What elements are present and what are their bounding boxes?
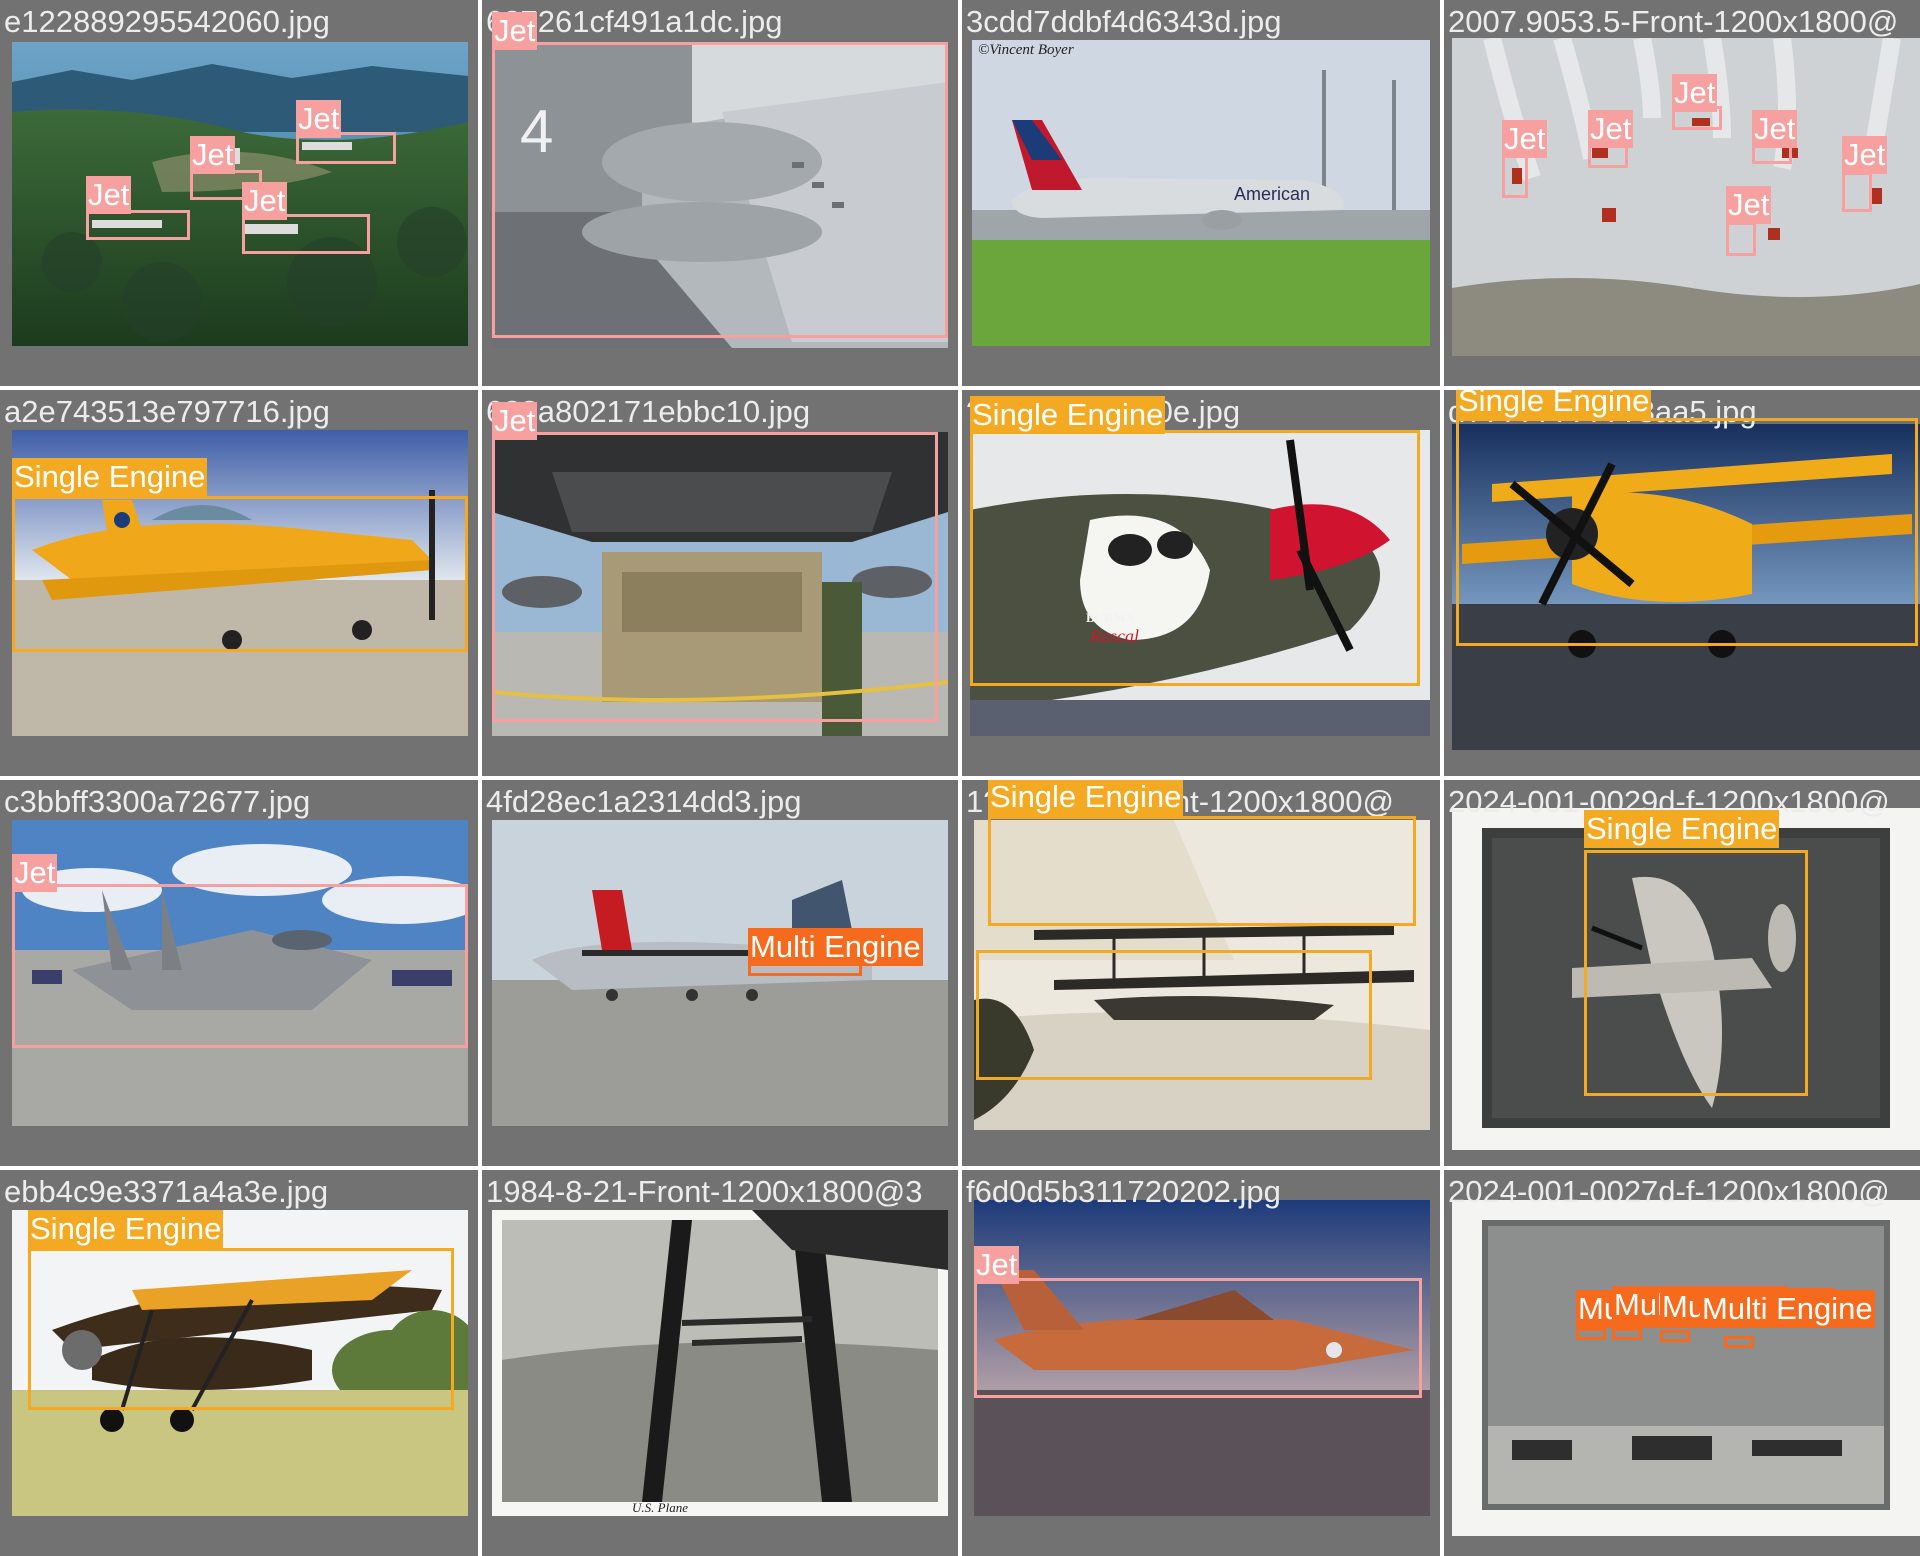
image-filename: c3bbff3300a72677.jpg xyxy=(4,784,311,819)
detection-box xyxy=(12,884,468,1048)
image-tile[interactable]: d??????????8aa5.jpg Single Engine xyxy=(1444,390,1920,776)
airliner-taxiing-photo: ©Vincent Boyer American xyxy=(972,40,1430,346)
detection-label: Single Engine xyxy=(12,458,208,496)
detection-label: Multi Engine xyxy=(748,928,923,966)
image-tile[interactable]: e122889295542060.jpg Jet Jet Jet Jet xyxy=(0,0,478,386)
detection-results-grid: e122889295542060.jpg Jet Jet Jet Jet 4 6… xyxy=(0,0,1920,1556)
detection-label: Jet xyxy=(1726,186,1772,224)
detection-label: Jet xyxy=(12,854,58,892)
detection-label: Jet xyxy=(974,1246,1020,1284)
detection-box xyxy=(12,496,468,652)
detection-box xyxy=(1576,1328,1606,1340)
detection-label: Single Engine xyxy=(970,396,1166,434)
detection-box xyxy=(1612,1328,1642,1340)
detection-box xyxy=(1660,1330,1690,1342)
detection-label: Jet xyxy=(190,136,236,174)
detection-label: Jet xyxy=(492,402,538,440)
vintage-airfield-photo xyxy=(1452,1200,1920,1536)
image-filename: 2024-001-0027d-f-1200x1800@ xyxy=(1448,1174,1890,1209)
image-filename: 2007.9053.5-Front-1200x1800@ xyxy=(1448,4,1899,39)
detection-box xyxy=(86,210,190,240)
image-filename: e122889295542060.jpg xyxy=(4,4,330,39)
detection-label: Jet xyxy=(86,176,132,214)
image-tile[interactable]: 4 6?7261cf491a1dc.jpg Jet xyxy=(482,0,958,386)
image-tile[interactable]: U.S. Plane 1984-8-21-Front-1200x1800@3 xyxy=(482,1170,958,1556)
image-tile[interactable]: 2024-001-0027d-f-1200x1800@ Multi Engine… xyxy=(1444,1170,1920,1556)
detection-box xyxy=(976,950,1372,1080)
image-tile[interactable]: 6??a802171ebbc10.jpg Jet xyxy=(482,390,958,776)
photo-caption: U.S. Plane xyxy=(632,1500,688,1515)
detection-box xyxy=(28,1248,454,1410)
detection-label: Single Engine xyxy=(988,780,1184,816)
image-filename: 1984-8-21-Front-1200x1800@3 xyxy=(486,1174,923,1209)
image-tile[interactable]: 2007.9053.5-Front-1200x1800@ Jet Jet Jet… xyxy=(1444,0,1920,386)
detection-label: Single Engine xyxy=(28,1210,224,1248)
vintage-biplane-air-photo: U.S. Plane xyxy=(492,1210,948,1516)
image-tile[interactable]: c3bbff3300a72677.jpg Jet xyxy=(0,780,478,1166)
detection-box xyxy=(1502,152,1528,198)
detection-label: Jet xyxy=(1588,110,1634,148)
detection-box xyxy=(1726,222,1756,256)
detection-label: Jet xyxy=(1842,136,1888,174)
airline-livery-text: American xyxy=(1234,184,1311,204)
image-tile[interactable]: 4fd28ec1a2314dd3.jpg Multi Engine xyxy=(482,780,958,1166)
detection-box xyxy=(1724,1336,1754,1348)
image-filename: ebb4c9e3371a4a3e.jpg xyxy=(4,1174,329,1209)
image-filename: 3cdd7ddbf4d6343d.jpg xyxy=(966,4,1282,39)
image-filename: a2e743513e797716.jpg xyxy=(4,394,330,429)
photo-watermark: ©Vincent Boyer xyxy=(978,42,1074,58)
detection-label: Single Engine xyxy=(1584,810,1780,848)
detection-box xyxy=(970,430,1420,686)
image-tile[interactable]: a2e743513e797716.jpg Single Engine xyxy=(0,390,478,776)
image-tile[interactable]: 2024-001-0029d-f-1200x1800@ Single Engin… xyxy=(1444,780,1920,1166)
image-tile[interactable]: 1??????????ont-1200x1800@ Single Engine xyxy=(962,780,1440,1166)
detection-box xyxy=(1584,850,1808,1096)
detection-box xyxy=(242,214,370,254)
image-filename: 4fd28ec1a2314dd3.jpg xyxy=(486,784,802,819)
detection-box xyxy=(492,432,938,722)
detection-box xyxy=(1456,418,1918,646)
detection-box xyxy=(492,42,948,338)
detection-label: Jet xyxy=(1752,110,1798,148)
detection-box xyxy=(988,816,1416,926)
image-tile[interactable]: BURMA Rascal ?????????1e0e.jpg Single En… xyxy=(962,390,1440,776)
image-tile[interactable]: ©Vincent Boyer American 3cdd7ddbf4d6343d… xyxy=(962,0,1440,386)
detection-label: Single Engine xyxy=(1456,390,1652,420)
detection-label: Jet xyxy=(1502,120,1548,158)
image-tile[interactable]: ebb4c9e3371a4a3e.jpg Single Engine xyxy=(0,1170,478,1556)
detection-label: Jet xyxy=(492,12,538,50)
detection-label: Jet xyxy=(1672,74,1718,112)
detection-label: Jet xyxy=(296,100,342,138)
detection-label: Jet xyxy=(242,182,288,220)
image-tile[interactable]: f6d0d5b311720202.jpg Jet xyxy=(962,1170,1440,1556)
transport-aircraft-photo xyxy=(492,820,948,1126)
image-filename: f6d0d5b311720202.jpg xyxy=(966,1174,1281,1209)
detection-box xyxy=(1842,172,1872,212)
detection-label: Multi Engine xyxy=(1700,1290,1875,1328)
detection-box xyxy=(974,1278,1422,1398)
